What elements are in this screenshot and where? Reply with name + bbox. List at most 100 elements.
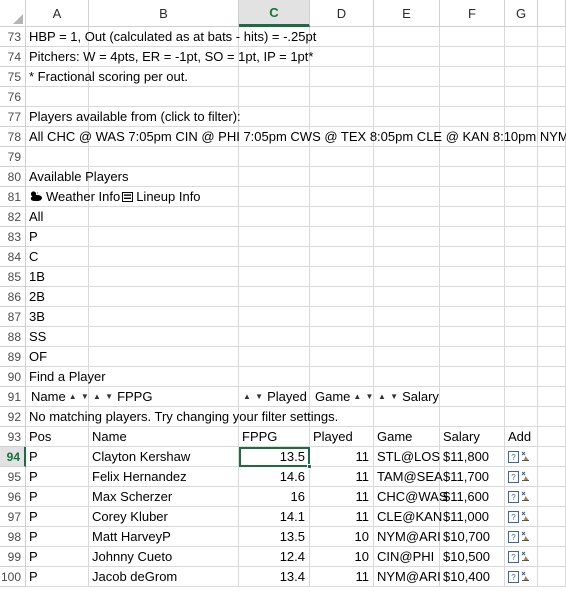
cell-A88[interactable]: SS xyxy=(26,327,89,347)
cell-C80[interactable] xyxy=(239,167,310,187)
spreadsheet-row[interactable]: 91 Name ▲ ▼ ▲ ▼ FPPG ▲ ▼ Played Game ▲ ▼ ▲ ▼ Salar… xyxy=(0,387,566,407)
row-header-86[interactable]: 86 xyxy=(0,287,26,307)
cell-E96[interactable]: CHC@WAS xyxy=(374,487,448,507)
cell-C93[interactable]: FPPG xyxy=(239,427,310,447)
column-header-row[interactable]: ABCDEFG xyxy=(0,0,566,27)
cell-A100[interactable]: P xyxy=(26,567,89,587)
cell-F94[interactable]: $11,800 xyxy=(440,447,505,467)
cell-C77[interactable] xyxy=(239,107,310,127)
cell-E85[interactable] xyxy=(374,267,440,287)
cell-E79[interactable] xyxy=(374,147,440,167)
cell-x80[interactable] xyxy=(538,167,566,187)
cell-D100[interactable]: 11 xyxy=(310,567,374,587)
cell-A82[interactable]: All xyxy=(26,207,89,227)
row-header-92[interactable]: 92 xyxy=(0,407,26,427)
spreadsheet-row[interactable]: 88 SS xyxy=(0,327,566,347)
cell-G81[interactable] xyxy=(505,187,538,207)
column-header-a[interactable]: A xyxy=(26,0,89,27)
cell-D91[interactable]: Game ▲ ▼ xyxy=(310,387,374,407)
sort-column-label[interactable]: Name xyxy=(31,389,66,404)
cell-C75[interactable] xyxy=(239,67,310,87)
column-header-b[interactable]: B xyxy=(89,0,239,27)
cell-E93[interactable]: Game xyxy=(374,427,440,447)
cell-x98[interactable] xyxy=(538,527,566,547)
cell-C84[interactable] xyxy=(239,247,310,267)
spreadsheet-row[interactable]: 74 Pitchers: W = 4pts, ER = -1pt, SO = 1p… xyxy=(0,47,566,67)
column-header-f[interactable]: F xyxy=(440,0,505,27)
cell-D99[interactable]: 10 xyxy=(310,547,374,567)
cell-D74[interactable] xyxy=(310,47,374,67)
row-header-98[interactable]: 98 xyxy=(0,527,26,547)
cell-B95[interactable]: Felix Hernandez xyxy=(89,467,239,487)
sort-arrows-icon[interactable]: ▲ ▼ xyxy=(243,392,264,401)
cell-x94[interactable] xyxy=(538,447,566,467)
cell-C79[interactable] xyxy=(239,147,310,167)
broken-image-icon[interactable]: ? xyxy=(508,510,530,523)
cell-D73[interactable] xyxy=(310,27,374,47)
cell-x88[interactable] xyxy=(538,327,566,347)
cell-G97[interactable]: ? xyxy=(505,507,538,527)
cell-D96[interactable]: 11 xyxy=(310,487,374,507)
cell-E90[interactable] xyxy=(374,367,440,387)
cell-B96[interactable]: Max Scherzer xyxy=(89,487,239,507)
cell-D94[interactable]: 11 xyxy=(310,447,374,467)
cell-D85[interactable] xyxy=(310,267,374,287)
cell-G87[interactable] xyxy=(505,307,538,327)
spreadsheet-row[interactable]: 82 All xyxy=(0,207,566,227)
cell-B79[interactable] xyxy=(89,147,239,167)
cell-C76[interactable] xyxy=(239,87,310,107)
cell-A96[interactable]: P xyxy=(26,487,89,507)
spreadsheet-row[interactable]: 83 P xyxy=(0,227,566,247)
row-header-78[interactable]: 78 xyxy=(0,127,26,147)
cell-D76[interactable] xyxy=(310,87,374,107)
cell-E97[interactable]: CLE@KAN xyxy=(374,507,442,527)
cell-C87[interactable] xyxy=(239,307,310,327)
spreadsheet-row[interactable]: 92 No matching players. Try changing your… xyxy=(0,407,566,427)
cell-F98[interactable]: $10,700 xyxy=(440,527,505,547)
row-header-93[interactable]: 93 xyxy=(0,427,26,447)
cell-x85[interactable] xyxy=(538,267,566,287)
cell-x74[interactable] xyxy=(538,47,566,67)
cell-B85[interactable] xyxy=(89,267,239,287)
cell-F91[interactable] xyxy=(440,387,505,407)
cell-B100[interactable]: Jacob deGrom xyxy=(89,567,239,587)
cell-G85[interactable] xyxy=(505,267,538,287)
sort-arrows-icon[interactable]: ▲ ▼ xyxy=(69,392,90,401)
row-header-89[interactable]: 89 xyxy=(0,347,26,367)
sort-arrows-icon[interactable]: ▲ ▼ xyxy=(378,392,399,401)
cell-E74[interactable] xyxy=(374,47,440,67)
cell-A77[interactable]: Players available from (click to filter)… xyxy=(26,107,241,127)
cell-C81[interactable] xyxy=(239,187,310,207)
cell-F88[interactable] xyxy=(440,327,505,347)
row-header-81[interactable]: 81 xyxy=(0,187,26,207)
cell-E77[interactable] xyxy=(374,107,440,127)
row-header-79[interactable]: 79 xyxy=(0,147,26,167)
row-header-80[interactable]: 80 xyxy=(0,167,26,187)
cell-C97[interactable]: 14.1 xyxy=(239,507,310,527)
cell-B88[interactable] xyxy=(89,327,239,347)
cell-G94[interactable]: ? xyxy=(505,447,538,467)
broken-image-icon[interactable]: ? xyxy=(508,470,530,483)
broken-image-icon[interactable]: ? xyxy=(508,490,530,503)
spreadsheet-row[interactable]: 77 Players available from (click to filte… xyxy=(0,107,566,127)
column-header-g[interactable]: G xyxy=(505,0,538,27)
cell-A95[interactable]: P xyxy=(26,467,89,487)
cell-G79[interactable] xyxy=(505,147,538,167)
cell-A74[interactable]: Pitchers: W = 4pts, ER = -1pt, SO = 1pt,… xyxy=(26,47,313,67)
spreadsheet-row[interactable]: 73 HBP = 1, Out (calculated as at bats - … xyxy=(0,27,566,47)
cell-C100[interactable]: 13.4 xyxy=(239,567,310,587)
cell-G93[interactable]: Add xyxy=(505,427,538,447)
cell-E94[interactable]: STL@LOS xyxy=(374,447,440,467)
row-header-97[interactable]: 97 xyxy=(0,507,26,527)
cell-C88[interactable] xyxy=(239,327,310,347)
cell-A89[interactable]: OF xyxy=(26,347,89,367)
row-header-75[interactable]: 75 xyxy=(0,67,26,87)
cell-x95[interactable] xyxy=(538,467,566,487)
cell-F76[interactable] xyxy=(440,87,505,107)
cell-A90[interactable]: Find a Player xyxy=(26,367,106,387)
cell-x91[interactable] xyxy=(538,387,566,407)
cell-x81[interactable] xyxy=(538,187,566,207)
cell-F93[interactable]: Salary xyxy=(440,427,505,447)
row-header-84[interactable]: 84 xyxy=(0,247,26,267)
cell-F99[interactable]: $10,500 xyxy=(440,547,505,567)
